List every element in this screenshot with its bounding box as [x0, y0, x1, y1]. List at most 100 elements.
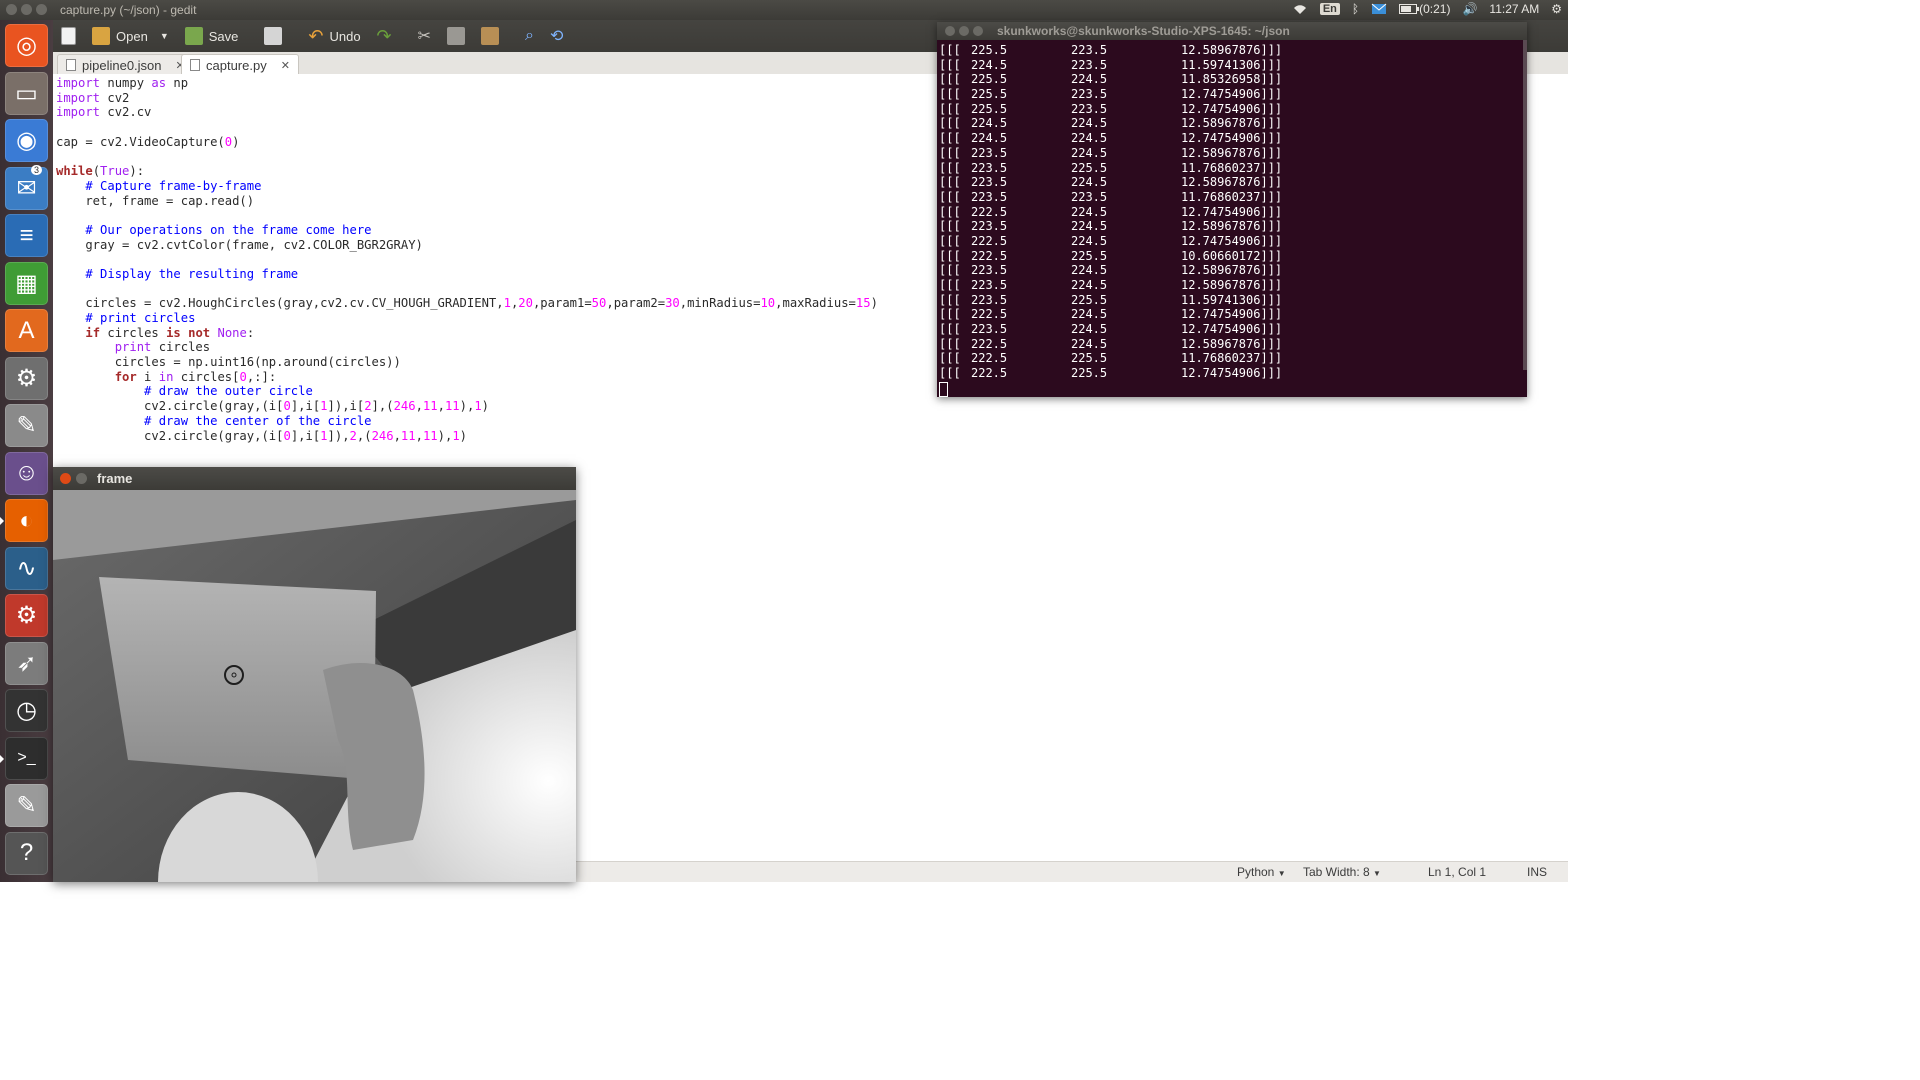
- launcher-firefox-icon[interactable]: ◐: [0, 499, 48, 542]
- camera-frame-image: [53, 490, 576, 882]
- terminal-scrollbar[interactable]: [1523, 40, 1527, 370]
- undo-button[interactable]: ↶ Undo: [300, 22, 368, 50]
- code-line[interactable]: cv2.circle(gray,(i[0],i[1]),i[2],(246,11…: [56, 399, 878, 414]
- wifi-icon[interactable]: [1292, 3, 1308, 15]
- code-line[interactable]: ret, frame = cap.read(): [56, 194, 878, 209]
- code-line[interactable]: [56, 120, 878, 135]
- code-line[interactable]: # draw the center of the circle: [56, 414, 878, 429]
- code-line[interactable]: cv2.circle(gray,(i[0],i[1]),2,(246,11,11…: [56, 429, 878, 444]
- print-button[interactable]: [256, 22, 290, 50]
- code-line[interactable]: for i in circles[0,:]:: [56, 370, 878, 385]
- code-line[interactable]: # Our operations on the frame come here: [56, 223, 878, 238]
- launcher-text-editor-icon[interactable]: ✎: [5, 784, 48, 827]
- paste-button[interactable]: [473, 22, 507, 50]
- mail-icon[interactable]: [1371, 3, 1387, 15]
- code-line[interactable]: import cv2.cv: [56, 105, 878, 120]
- battery-indicator[interactable]: (0:21): [1399, 2, 1450, 16]
- chevron-down-icon[interactable]: ▼: [160, 31, 169, 41]
- launcher-terminal-icon[interactable]: >_: [0, 736, 48, 780]
- code-line[interactable]: [56, 282, 878, 297]
- insert-mode: INS: [1527, 865, 1548, 879]
- redo-button[interactable]: ↷: [369, 22, 400, 50]
- close-window-button[interactable]: [6, 4, 17, 15]
- code-line[interactable]: if circles is not None:: [56, 326, 878, 341]
- replace-button[interactable]: ⟲: [542, 22, 571, 50]
- clock[interactable]: 11:27 AM: [1489, 2, 1539, 16]
- terminal-value: 224.5: [1071, 131, 1108, 146]
- launcher-libreoffice-writer-icon[interactable]: ≡: [5, 214, 48, 257]
- cut-icon: ✂: [417, 28, 432, 45]
- launcher-thunderbird-icon[interactable]: ✉ 3: [5, 164, 48, 210]
- volume-icon[interactable]: 🔊: [1462, 2, 1477, 16]
- terminal-value: ]]]: [1260, 72, 1283, 87]
- code-text[interactable]: import numpy as np import cv2 import cv2.c…: [56, 76, 878, 443]
- close-icon[interactable]: [945, 26, 955, 36]
- frame-titlebar[interactable]: frame: [53, 467, 576, 490]
- code-line[interactable]: circles = np.uint16(np.around(circles)): [56, 355, 878, 370]
- code-line[interactable]: gray = cv2.cvtColor(frame, cv2.COLOR_BGR…: [56, 238, 878, 253]
- terminal-titlebar[interactable]: skunkworks@skunkworks-Studio-XPS-1645: ~…: [937, 22, 1527, 40]
- minimize-icon[interactable]: [959, 26, 969, 36]
- keyboard-layout-indicator[interactable]: En: [1319, 3, 1340, 15]
- notification-badge: 3: [30, 164, 42, 175]
- code-line[interactable]: [56, 149, 878, 164]
- frame-title: frame: [97, 471, 133, 486]
- terminal-value: 225.5: [971, 101, 1008, 116]
- tab-capture-py[interactable]: capture.py ✕: [181, 54, 299, 75]
- launcher-files-icon[interactable]: ▭: [5, 71, 48, 115]
- close-icon[interactable]: [60, 473, 71, 484]
- launcher-system-monitor-icon[interactable]: ∿: [5, 546, 48, 590]
- terminal-value: ]]]: [1260, 351, 1283, 366]
- tab-pipeline0-json[interactable]: pipeline0.json ✕: [57, 54, 194, 75]
- terminal-value: ]]]: [1260, 101, 1283, 116]
- code-line[interactable]: [56, 252, 878, 267]
- launcher-rocket-app-icon[interactable]: ➶: [5, 641, 48, 685]
- terminal-window[interactable]: skunkworks@skunkworks-Studio-XPS-1645: ~…: [937, 22, 1527, 397]
- code-line[interactable]: import numpy as np: [56, 76, 878, 91]
- new-document-button[interactable]: [53, 22, 84, 50]
- open-folder-icon: [92, 27, 110, 45]
- frame-window[interactable]: frame: [53, 467, 576, 882]
- code-line[interactable]: # Capture frame-by-frame: [56, 179, 878, 194]
- code-line[interactable]: # draw the outer circle: [56, 384, 878, 399]
- terminal-value: ]]]: [1260, 43, 1283, 57]
- open-label: Open: [116, 28, 148, 44]
- launcher-help-icon[interactable]: ?: [5, 831, 48, 875]
- code-line[interactable]: import cv2: [56, 91, 878, 106]
- code-line[interactable]: cap = cv2.VideoCapture(0): [56, 135, 878, 150]
- save-button[interactable]: Save: [177, 22, 247, 50]
- tab-width-selector[interactable]: Tab Width: 8 ▼: [1303, 865, 1381, 879]
- code-line[interactable]: # print circles: [56, 311, 878, 326]
- launcher-chromium-icon[interactable]: ◉: [5, 119, 48, 162]
- launcher-tools-icon[interactable]: ✎: [5, 404, 48, 447]
- launcher-software-center-icon[interactable]: A: [5, 309, 48, 352]
- launcher-clock-app-icon[interactable]: ◷: [5, 689, 48, 732]
- launcher: ◎ ▭ ◉ ✉ 3 ≡ ▦ A ⚙ ✎ ☺ ◐ ∿ ⚙ ➶ ◷ >_ ✎?: [0, 20, 54, 882]
- terminal-output[interactable]: [[[225.5 223.5 12.58967876]]][[[224.5 223.5…: [937, 40, 1527, 397]
- minimize-icon[interactable]: [76, 473, 87, 484]
- close-icon[interactable]: ✕: [281, 59, 290, 72]
- code-line[interactable]: # Display the resulting frame: [56, 267, 878, 282]
- code-line[interactable]: circles = cv2.HoughCircles(gray,cv2.cv.C…: [56, 296, 878, 311]
- minimize-window-button[interactable]: [21, 4, 32, 15]
- copy-button[interactable]: [439, 22, 473, 50]
- search-button[interactable]: ⌕: [517, 22, 542, 50]
- open-button[interactable]: Open ▼: [84, 22, 177, 50]
- code-line[interactable]: while(True):: [56, 164, 878, 179]
- launcher-filezilla-icon[interactable]: ⚙: [5, 594, 48, 637]
- maximize-window-button[interactable]: [36, 4, 47, 15]
- launcher-pidgin-icon[interactable]: ☺: [5, 451, 48, 495]
- gear-icon[interactable]: ⚙: [1551, 2, 1562, 16]
- code-line[interactable]: print circles: [56, 340, 878, 355]
- launcher-libreoffice-calc-icon[interactable]: ▦: [5, 261, 48, 305]
- code-line[interactable]: [56, 208, 878, 223]
- bluetooth-icon[interactable]: ᛒ: [1352, 2, 1359, 16]
- launcher-system-settings-icon[interactable]: ⚙: [5, 356, 48, 400]
- code-line-text: # print circles: [56, 311, 196, 325]
- cut-button[interactable]: ✂: [410, 22, 439, 50]
- terminal-value: [[[: [939, 160, 961, 175]
- launcher-ubuntu-dash-icon[interactable]: ◎: [5, 24, 48, 67]
- maximize-icon[interactable]: [973, 26, 983, 36]
- language-selector[interactable]: Python ▼: [1237, 865, 1286, 879]
- terminal-value: 11.76860237: [1181, 160, 1261, 175]
